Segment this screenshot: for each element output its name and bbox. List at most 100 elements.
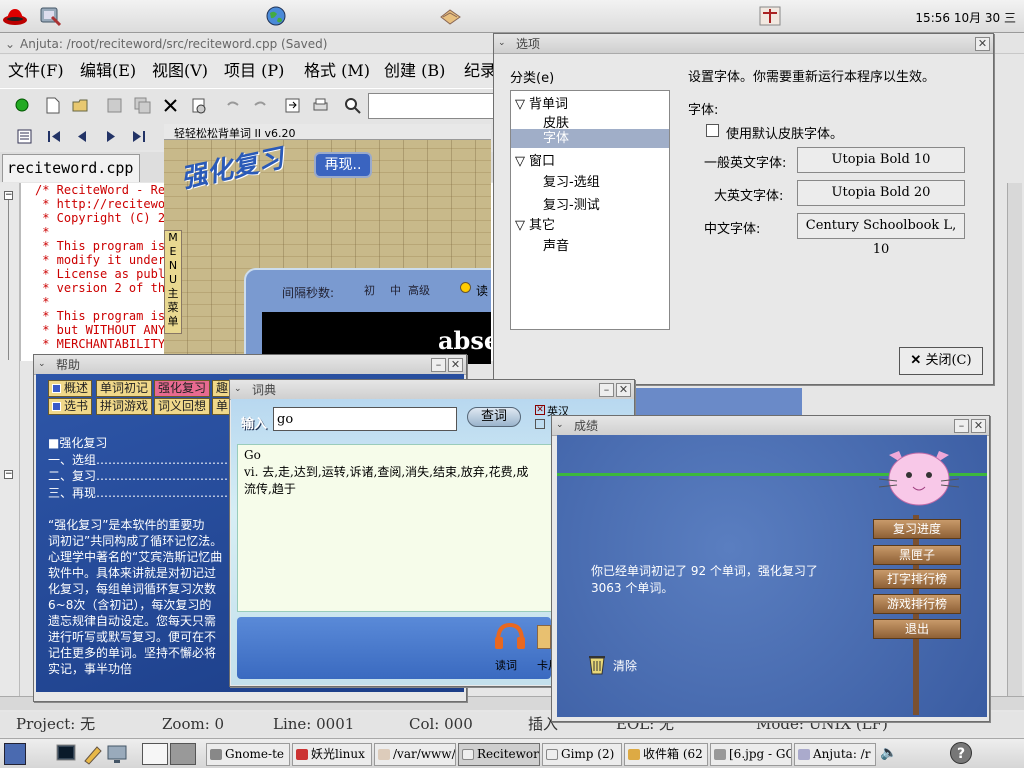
speaker-icon[interactable]: 🔈 — [880, 745, 897, 761]
editor-icon[interactable] — [82, 743, 104, 765]
dict-query-button[interactable]: 查词 — [467, 407, 521, 427]
terminal-icon[interactable] — [56, 743, 78, 765]
tree-item-sound[interactable]: 声音 — [543, 235, 569, 254]
last-icon[interactable] — [130, 128, 147, 145]
chinese-font-button[interactable]: Century Schoolbook L, 10 — [797, 213, 965, 257]
open-folder-icon[interactable] — [72, 97, 89, 114]
tree-item-window[interactable]: ▽ 窗口 — [515, 150, 555, 169]
menu-build[interactable]: 创建 (B) — [384, 56, 445, 86]
mail-icon[interactable] — [438, 5, 462, 27]
help-tab-meaning-recall[interactable]: 词义回想 — [154, 398, 211, 415]
taskbar-item[interactable]: Gimp (2) — [542, 743, 622, 766]
workspace-1[interactable] — [142, 743, 168, 765]
redhat-menu-icon[interactable] — [2, 5, 27, 27]
close-icon[interactable]: ✕ — [971, 419, 986, 433]
toggle-view-icon[interactable] — [16, 128, 33, 145]
expander-icon[interactable]: ▽ — [515, 97, 529, 112]
taskbar-item[interactable]: /var/www/ — [374, 743, 456, 766]
close-icon[interactable]: ✕ — [975, 37, 990, 51]
taskbar-item[interactable]: Gnome-te — [206, 743, 290, 766]
review-progress-button[interactable]: 复习进度 — [873, 519, 961, 539]
minimize-icon[interactable]: – — [431, 358, 446, 372]
headphones-icon[interactable] — [493, 621, 527, 651]
app-launcher-icon[interactable] — [758, 5, 782, 27]
save-icon[interactable] — [106, 97, 123, 114]
help-tab-first-memory[interactable]: 单词初记 — [96, 380, 153, 397]
window-menu-icon[interactable]: ⌄ — [38, 360, 49, 370]
help-tab-spell-game[interactable]: 拼词游戏 — [96, 398, 153, 415]
options-titlebar[interactable]: ⌄ 选项 ✕ — [494, 34, 993, 54]
level-advanced[interactable]: 高级 — [408, 282, 430, 298]
large-font-button[interactable]: Utopia Bold 20 — [797, 180, 965, 206]
exit-button[interactable]: 退出 — [873, 619, 961, 639]
expander-icon[interactable]: ▽ — [515, 154, 529, 169]
find-icon[interactable] — [344, 97, 361, 114]
workspace-2[interactable] — [170, 743, 196, 765]
show-desktop-icon[interactable] — [4, 743, 26, 765]
menu-project[interactable]: 项目 (P) — [224, 56, 284, 86]
tree-item-font[interactable]: 字体 — [511, 129, 669, 148]
terminal-tools-icon[interactable] — [38, 5, 62, 27]
menu-format[interactable]: 格式 (M) — [304, 56, 370, 86]
taskbar-item[interactable]: Recitewor — [458, 743, 540, 766]
close-button[interactable]: ✕ 关闭(C) — [899, 347, 983, 375]
level-middle[interactable]: 中 — [390, 282, 401, 298]
typing-ranking-button[interactable]: 打字排行榜 — [873, 569, 961, 589]
expander-icon[interactable]: ▽ — [515, 218, 529, 233]
dict-search-input[interactable] — [273, 407, 457, 431]
card-icon[interactable] — [537, 625, 551, 649]
next-icon[interactable] — [102, 128, 119, 145]
game-ranking-button[interactable]: 游戏排行榜 — [873, 594, 961, 614]
dict-result[interactable]: Go vi. 去,走,达到,运转,诉诸,查阅,消失,结束,放弃,花费,成 流传,… — [237, 444, 557, 612]
tree-item-other[interactable]: ▽ 其它 — [515, 214, 555, 233]
window-menu-icon[interactable]: ⌄ — [5, 34, 15, 54]
help-icon[interactable]: ? — [950, 742, 972, 764]
en-cn-checkbox[interactable]: ✕ — [535, 405, 545, 415]
help-tab-select-book[interactable]: 选书 — [48, 398, 93, 415]
level-beginner[interactable]: 初 — [364, 282, 375, 298]
close-file-icon[interactable] — [162, 97, 179, 114]
close-icon[interactable]: ✕ — [448, 358, 463, 372]
window-menu-icon[interactable]: ⌄ — [234, 385, 245, 395]
reload-icon[interactable] — [190, 97, 207, 114]
taskbar-item[interactable]: Anjuta: /r — [794, 743, 876, 766]
reciteword-titlebar[interactable]: 轻轻松松背单词 II v6.20 — [164, 124, 491, 140]
taskbar-item[interactable]: 妖光linux — [292, 743, 372, 766]
print-icon[interactable] — [312, 97, 329, 114]
trash-icon[interactable] — [587, 653, 607, 675]
normal-font-button[interactable]: Utopia Bold 10 — [797, 147, 965, 173]
web-browser-icon[interactable] — [264, 5, 288, 27]
minimize-icon[interactable]: – — [954, 419, 969, 433]
clock[interactable]: 15:56 10月 30 三 — [915, 9, 1016, 26]
clear-label[interactable]: 清除 — [613, 657, 637, 674]
goto-icon[interactable] — [284, 97, 301, 114]
menu-edit[interactable]: 编辑(E) — [80, 56, 136, 86]
monitor-icon[interactable] — [106, 743, 128, 765]
again-button[interactable]: 再现.. — [314, 152, 372, 178]
help-tab-overview[interactable]: 概述 — [48, 380, 93, 397]
menu-file[interactable]: 文件(F) — [8, 56, 64, 86]
new-file-icon[interactable] — [44, 97, 61, 114]
prev-icon[interactable] — [74, 128, 91, 145]
black-box-button[interactable]: 黑匣子 — [873, 545, 961, 565]
category-tree[interactable]: ▽ 背单词 皮肤 字体 ▽ 窗口 复习-选组 复习-测试 ▽ 其它 声音 — [510, 90, 670, 330]
read-radio-icon[interactable] — [460, 282, 471, 293]
window-menu-icon[interactable]: ⌄ — [498, 39, 509, 49]
run-icon[interactable] — [14, 97, 31, 114]
side-menu[interactable]: M E N U 主 菜 单 — [164, 230, 182, 334]
fold-marker-icon[interactable]: − — [4, 191, 13, 200]
fold-marker-icon[interactable]: − — [4, 470, 13, 479]
tree-item-review-test[interactable]: 复习-测试 — [543, 194, 600, 213]
help-titlebar[interactable]: ⌄ 帮助 – ✕ — [34, 355, 466, 375]
taskbar-item[interactable]: [6.jpg - GC — [710, 743, 792, 766]
redo-icon[interactable] — [252, 97, 269, 114]
default-skin-font-checkbox[interactable] — [706, 124, 719, 137]
dict-option-checkbox[interactable] — [535, 419, 545, 429]
score-titlebar[interactable]: ⌄ 成绩 – ✕ — [552, 416, 989, 436]
tree-item-review-select[interactable]: 复习-选组 — [543, 171, 600, 190]
tab-reciteword-cpp[interactable]: reciteword.cpp × — [2, 154, 140, 203]
window-menu-icon[interactable]: ⌄ — [556, 421, 567, 431]
menu-view[interactable]: 视图(V) — [152, 56, 208, 86]
editor-vertical-scrollbar[interactable] — [1007, 183, 1022, 698]
menu-record[interactable]: 纪录 — [464, 56, 496, 86]
